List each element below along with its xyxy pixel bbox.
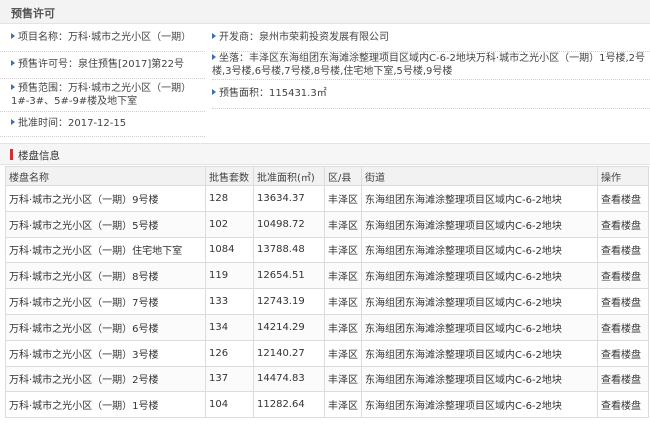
cell-street: 东海组团东海滩涂整理项目区域内C-6-2地块 — [361, 391, 598, 419]
section-title: 楼盘信息 — [18, 150, 60, 162]
view-building-link[interactable]: 查看楼盘 — [597, 391, 649, 419]
col-header-street[interactable]: 街道 — [361, 166, 598, 186]
cell-approved-area: 14474.83 — [253, 365, 325, 393]
divider — [212, 108, 650, 109]
bullet-arrow-icon — [11, 119, 15, 125]
presale-scope: 预售范围：万科·城市之光小区（一期）1#-3#、5#-9#楼及地下室 — [11, 83, 192, 107]
developer: 开发商：泉州市荣莉投资发展有限公司 — [212, 31, 647, 44]
cell-street: 东海组团东海滩涂整理项目区域内C-6-2地块 — [361, 236, 598, 264]
cell-approved-area: 11282.64 — [253, 391, 325, 419]
view-building-link[interactable]: 查看楼盘 — [597, 365, 649, 393]
cell-district: 丰泽区 — [324, 185, 362, 212]
panel-title: 预售许可 — [11, 7, 55, 20]
table-row: 万科·城市之光小区（一期）8号楼 119 12654.51 丰泽区 东海组团东海滩涂整理… — [5, 262, 649, 290]
cell-building-name: 万科·城市之光小区（一期）8号楼 — [5, 262, 206, 290]
table-row: 万科·城市之光小区（一期）5号楼 102 10498.72 丰泽区 东海组团东海滩涂整理… — [5, 210, 649, 238]
cell-street: 东海组团东海滩涂整理项目区域内C-6-2地块 — [361, 339, 598, 367]
col-header-name[interactable]: 楼盘名称 — [5, 166, 206, 186]
cell-building-name: 万科·城市之光小区（一期）2号楼 — [5, 365, 206, 393]
table-row: 万科·城市之光小区（一期）住宅地下室 1084 13788.48 丰泽区 东海组团东海滩… — [5, 236, 649, 264]
approve-time: 批准时间：2017-12-15 — [11, 117, 206, 130]
bullet-arrow-icon — [212, 33, 216, 39]
view-building-link[interactable]: 查看楼盘 — [597, 236, 649, 264]
view-building-link[interactable]: 查看楼盘 — [597, 313, 649, 341]
cell-district: 丰泽区 — [324, 262, 362, 290]
view-building-link[interactable]: 查看楼盘 — [597, 185, 649, 212]
project-name: 项目名称：万科·城市之光小区（一期） — [11, 31, 206, 44]
cell-street: 东海组团东海滩涂整理项目区域内C-6-2地块 — [361, 313, 598, 341]
view-building-link[interactable]: 查看楼盘 — [597, 262, 649, 290]
cell-unit-count: 126 — [205, 339, 254, 367]
cell-approved-area: 13634.37 — [253, 185, 325, 212]
cell-unit-count: 134 — [205, 313, 254, 341]
location: 坐落：丰泽区东海组团东海滩涂整理项目区域内C-6-2地块万科·城市之光小区（一期… — [212, 53, 646, 77]
section-header: 楼盘信息 — [0, 143, 650, 165]
cell-approved-area: 12743.19 — [253, 288, 325, 315]
cell-unit-count: 1084 — [205, 236, 254, 264]
cell-unit-count: 128 — [205, 185, 254, 212]
cell-street: 东海组团东海滩涂整理项目区域内C-6-2地块 — [361, 185, 598, 212]
cell-building-name: 万科·城市之光小区（一期）3号楼 — [5, 339, 206, 367]
cell-unit-count: 104 — [205, 391, 254, 419]
col-header-action: 操作 — [597, 166, 649, 186]
table-row: 万科·城市之光小区（一期）7号楼 133 12743.19 丰泽区 东海组团东海滩涂整理… — [5, 288, 649, 315]
bullet-arrow-icon — [11, 33, 15, 39]
col-header-units[interactable]: 批售套数 — [205, 166, 254, 186]
cell-street: 东海组团东海滩涂整理项目区域内C-6-2地块 — [361, 262, 598, 290]
cell-unit-count: 102 — [205, 210, 254, 238]
cell-district: 丰泽区 — [324, 236, 362, 264]
col-header-district[interactable]: 区/县 — [324, 166, 362, 186]
table-row: 万科·城市之光小区（一期）1号楼 104 11282.64 丰泽区 东海组团东海滩涂整理… — [5, 391, 649, 419]
cell-building-name: 万科·城市之光小区（一期）7号楼 — [5, 288, 206, 315]
presale-area: 预售面积：115431.3㎡ — [212, 87, 647, 100]
cell-building-name: 万科·城市之光小区（一期）9号楼 — [5, 185, 206, 212]
cell-unit-count: 119 — [205, 262, 254, 290]
panel-header: 预售许可 — [0, 0, 650, 24]
cell-district: 丰泽区 — [324, 288, 362, 315]
divider — [0, 136, 205, 137]
bullet-arrow-icon — [212, 89, 216, 95]
table-row: 万科·城市之光小区（一期）3号楼 126 12140.27 丰泽区 东海组团东海滩涂整理… — [5, 339, 649, 367]
cell-district: 丰泽区 — [324, 210, 362, 238]
permit-number: 预售许可号：泉住预售[2017]第22号 — [11, 58, 206, 71]
view-building-link[interactable]: 查看楼盘 — [597, 288, 649, 315]
cell-unit-count: 133 — [205, 288, 254, 315]
cell-district: 丰泽区 — [324, 391, 362, 419]
cell-district: 丰泽区 — [324, 313, 362, 341]
table-row: 万科·城市之光小区（一期）2号楼 137 14474.83 丰泽区 东海组团东海滩涂整理… — [5, 365, 649, 393]
view-building-link[interactable]: 查看楼盘 — [597, 339, 649, 367]
cell-street: 东海组团东海滩涂整理项目区域内C-6-2地块 — [361, 210, 598, 238]
bullet-arrow-icon — [11, 60, 15, 66]
cell-approved-area: 14214.29 — [253, 313, 325, 341]
cell-building-name: 万科·城市之光小区（一期）住宅地下室 — [5, 236, 206, 264]
cell-building-name: 万科·城市之光小区（一期）1号楼 — [5, 391, 206, 419]
building-table: 楼盘名称 批售套数 批准面积(㎡) 区/县 街道 操作 万科·城市之光小区（一期… — [5, 166, 649, 419]
cell-district: 丰泽区 — [324, 339, 362, 367]
cell-building-name: 万科·城市之光小区（一期）6号楼 — [5, 313, 206, 341]
divider — [0, 51, 205, 52]
divider — [0, 78, 205, 79]
section-marker — [10, 149, 13, 160]
cell-street: 东海组团东海滩涂整理项目区域内C-6-2地块 — [361, 365, 598, 393]
cell-building-name: 万科·城市之光小区（一期）5号楼 — [5, 210, 206, 238]
table-row: 万科·城市之光小区（一期）9号楼 128 13634.37 丰泽区 东海组团东海滩涂整理… — [5, 185, 649, 212]
divider — [212, 79, 650, 80]
cell-approved-area: 13788.48 — [253, 236, 325, 264]
table-row: 万科·城市之光小区（一期）6号楼 134 14214.29 丰泽区 东海组团东海滩涂整理… — [5, 313, 649, 341]
view-building-link[interactable]: 查看楼盘 — [597, 210, 649, 238]
bullet-arrow-icon — [11, 84, 15, 90]
cell-approved-area: 12654.51 — [253, 262, 325, 290]
cell-unit-count: 137 — [205, 365, 254, 393]
cell-street: 东海组团东海滩涂整理项目区域内C-6-2地块 — [361, 288, 598, 315]
cell-approved-area: 10498.72 — [253, 210, 325, 238]
cell-approved-area: 12140.27 — [253, 339, 325, 367]
divider — [0, 111, 205, 112]
col-header-area[interactable]: 批准面积(㎡) — [253, 166, 325, 186]
bullet-arrow-icon — [212, 54, 216, 60]
table-header-row: 楼盘名称 批售套数 批准面积(㎡) 区/县 街道 操作 — [5, 166, 649, 186]
cell-district: 丰泽区 — [324, 365, 362, 393]
